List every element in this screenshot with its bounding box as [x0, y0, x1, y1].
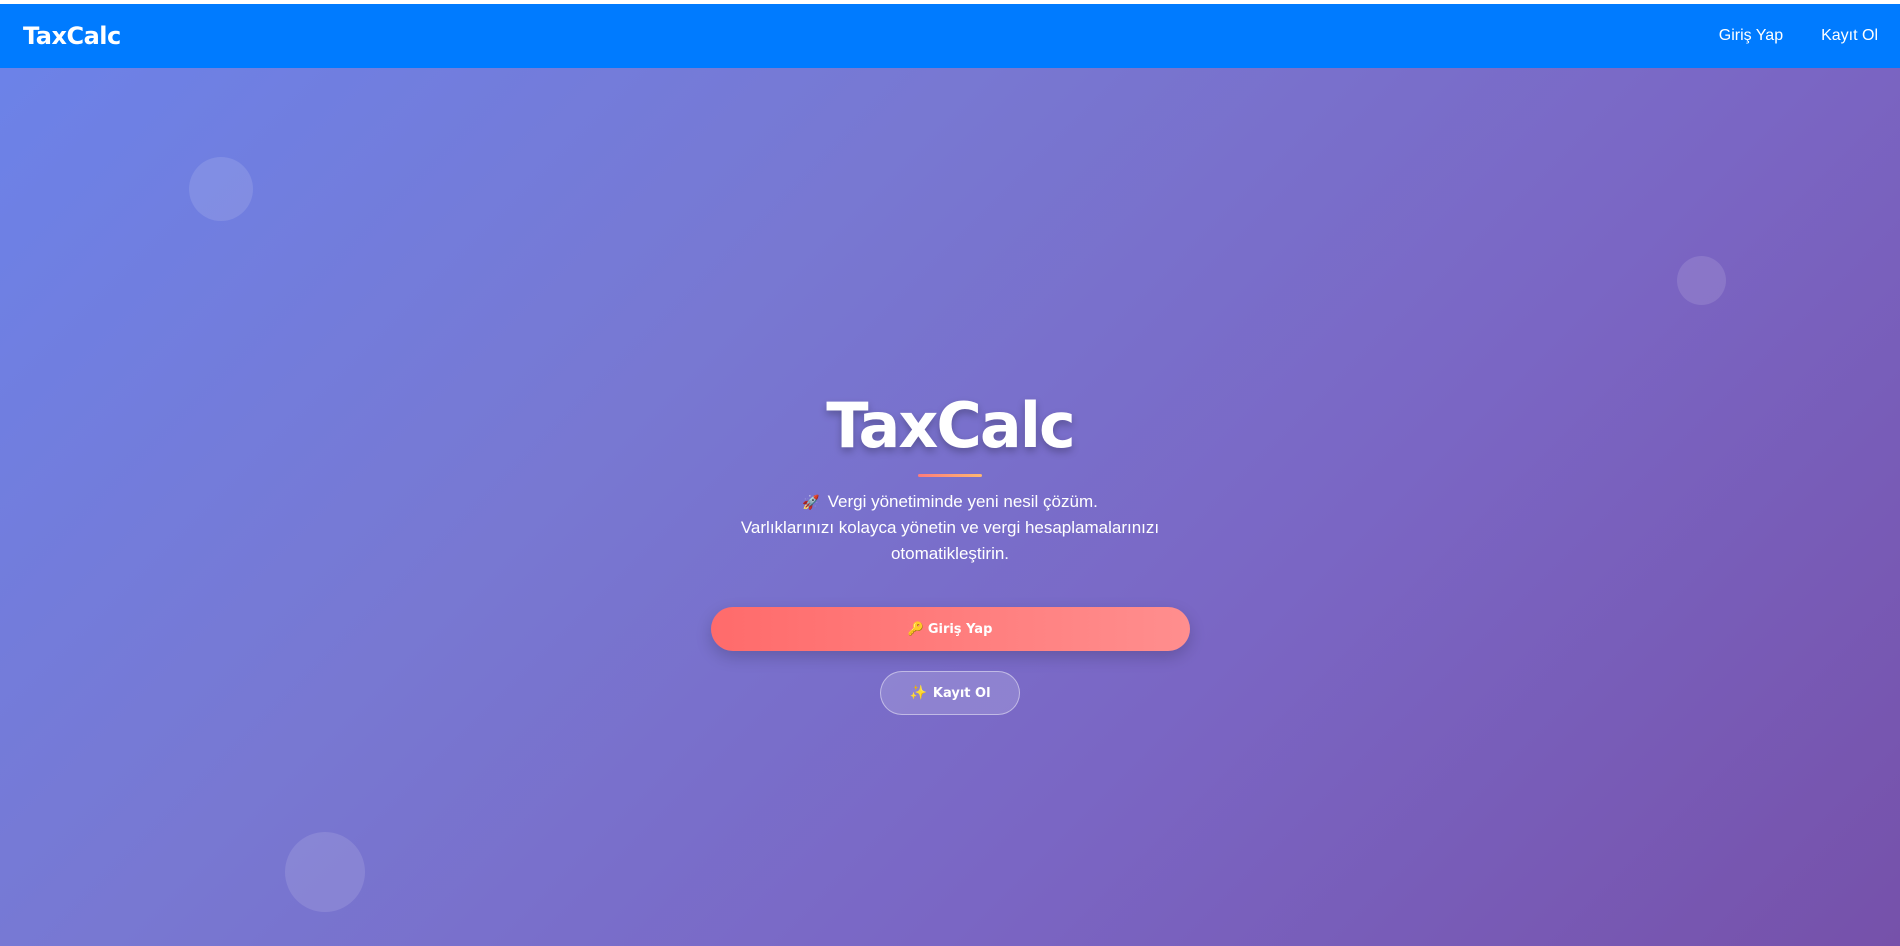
decorative-bubble — [1677, 256, 1726, 305]
title-underline — [918, 474, 982, 477]
hero-title: TaxCalc — [826, 389, 1075, 462]
decorative-bubble — [285, 832, 365, 912]
nav-links: Giriş Yap Kayıt Ol — [1719, 27, 1878, 45]
sparkle-icon: ✨ — [909, 685, 927, 701]
hero-section: TaxCalc 🚀 Vergi yönetiminde yeni nesil ç… — [0, 68, 1900, 946]
register-button-label: Kayıt Ol — [932, 685, 991, 701]
hero-content: TaxCalc 🚀 Vergi yönetiminde yeni nesil ç… — [0, 386, 1900, 715]
login-button-label: Giriş Yap — [927, 621, 993, 637]
hero-description: Varlıklarınızı kolayca yönetin ve vergi … — [740, 518, 1160, 563]
nav-login-link[interactable]: Giriş Yap — [1719, 27, 1783, 45]
tagline-text: Vergi yönetiminde yeni nesil çözüm. — [827, 492, 1098, 511]
navbar: TaxCalc Giriş Yap Kayıt Ol — [0, 4, 1900, 68]
register-button[interactable]: ✨ Kayıt Ol — [880, 671, 1020, 715]
decorative-bubble — [189, 157, 253, 221]
hero-tagline: 🚀 Vergi yönetiminde yeni nesil çözüm. — [802, 489, 1098, 515]
key-icon: 🔑 — [907, 621, 924, 637]
brand-logo[interactable]: TaxCalc — [23, 22, 121, 50]
rocket-icon: 🚀 — [802, 494, 820, 510]
login-button[interactable]: 🔑 Giriş Yap — [710, 607, 1190, 651]
nav-register-link[interactable]: Kayıt Ol — [1821, 27, 1878, 45]
